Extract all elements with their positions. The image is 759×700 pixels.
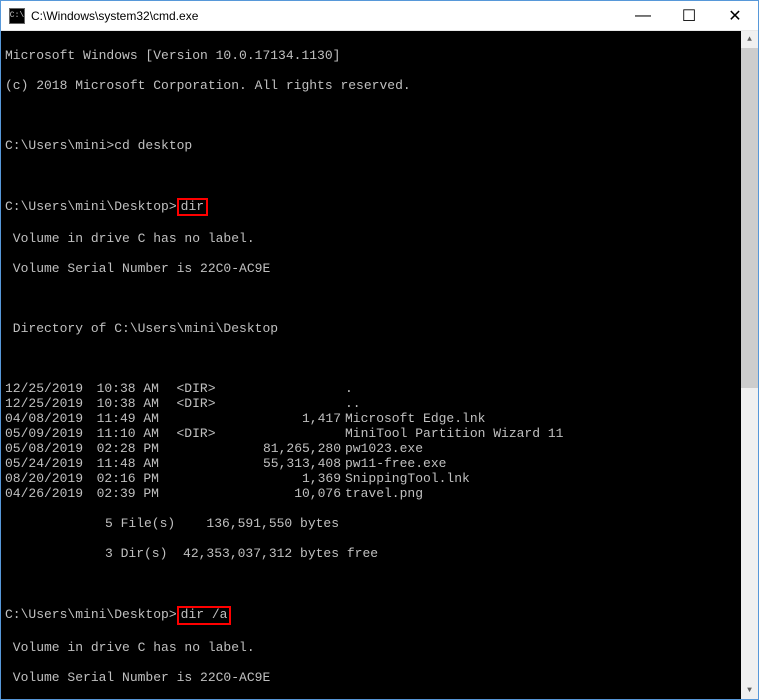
terminal-output[interactable]: Microsoft Windows [Version 10.0.17134.11… (1, 31, 758, 699)
directory-of-line: Directory of C:\Users\mini\Desktop (5, 321, 754, 336)
cmd-window: C:\ C:\Windows\system32\cmd.exe — ☐ ✕ Mi… (0, 0, 759, 700)
summary-dirs: 3 Dir(s) 42,353,037,312 bytes free (5, 546, 754, 561)
highlighted-command: dir /a (177, 606, 232, 624)
header-line: Microsoft Windows [Version 10.0.17134.11… (5, 48, 754, 63)
prompt-line: C:\Users\mini>cd desktop (5, 138, 754, 153)
close-button[interactable]: ✕ (712, 1, 758, 30)
list-item: 04/26/201902:39 PM10,076travel.png (5, 486, 754, 501)
volume-line: Volume in drive C has no label. (5, 640, 754, 655)
list-item: 04/08/201911:49 AM1,417Microsoft Edge.ln… (5, 411, 754, 426)
list-item: 05/08/201902:28 PM81,265,280pw1023.exe (5, 441, 754, 456)
summary-files: 5 File(s) 136,591,550 bytes (5, 516, 754, 531)
command-text: cd desktop (114, 138, 192, 153)
list-item: 12/25/201910:38 AM<DIR>.. (5, 396, 754, 411)
volume-line: Volume Serial Number is 22C0-AC9E (5, 670, 754, 685)
list-item: 12/25/201910:38 AM<DIR>. (5, 381, 754, 396)
scrollbar-arrow-down-icon[interactable]: ▼ (741, 682, 758, 699)
window-title: C:\Windows\system32\cmd.exe (31, 9, 620, 23)
scrollbar[interactable]: ▲ ▼ (741, 31, 758, 699)
volume-line: Volume in drive C has no label. (5, 231, 754, 246)
minimize-button[interactable]: — (620, 1, 666, 30)
scrollbar-arrow-up-icon[interactable]: ▲ (741, 31, 758, 48)
prompt-line: C:\Users\mini\Desktop>dir (5, 198, 754, 216)
dir-listing: 12/25/201910:38 AM<DIR>.12/25/201910:38 … (5, 381, 754, 501)
list-item: 08/20/201902:16 PM1,369SnippingTool.lnk (5, 471, 754, 486)
scrollbar-thumb[interactable] (741, 48, 758, 388)
maximize-button[interactable]: ☐ (666, 1, 712, 30)
cmd-icon: C:\ (9, 8, 25, 24)
titlebar[interactable]: C:\ C:\Windows\system32\cmd.exe — ☐ ✕ (1, 1, 758, 31)
highlighted-command: dir (177, 198, 208, 216)
prompt-line: C:\Users\mini\Desktop>dir /a (5, 606, 754, 624)
volume-line: Volume Serial Number is 22C0-AC9E (5, 261, 754, 276)
list-item: 05/24/201911:48 AM55,313,408pw11-free.ex… (5, 456, 754, 471)
header-line: (c) 2018 Microsoft Corporation. All righ… (5, 78, 754, 93)
list-item: 05/09/201911:10 AM<DIR>MiniTool Partitio… (5, 426, 754, 441)
window-controls: — ☐ ✕ (620, 1, 758, 30)
